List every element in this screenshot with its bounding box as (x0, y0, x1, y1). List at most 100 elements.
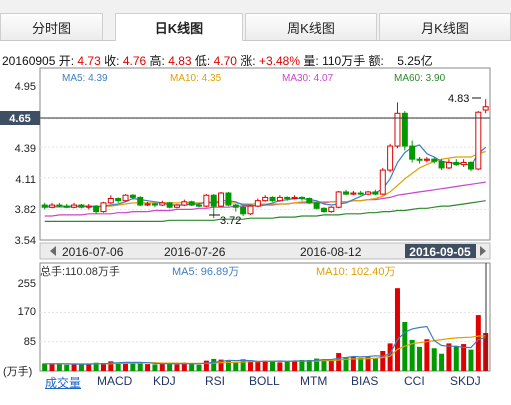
candle-body (453, 161, 460, 166)
candle-body (445, 161, 452, 169)
volume-panel-frame (39, 262, 491, 372)
indicator-volume[interactable]: 成交量 (45, 374, 81, 391)
candle-body (63, 205, 70, 208)
candle-body (254, 200, 261, 207)
volume-bar (240, 359, 246, 371)
candle-body (475, 111, 482, 170)
volume-bar (56, 363, 62, 371)
date-tick: 2016-08-12 (300, 245, 362, 259)
candle-body (71, 204, 78, 208)
candle-body (129, 194, 136, 198)
ma30-legend: MA30: 4.07 (282, 73, 334, 84)
candle-body (151, 203, 158, 206)
price-tick: 3.82 (15, 204, 36, 216)
candle-body (416, 158, 423, 161)
candle-body (320, 207, 327, 213)
volume-bar (49, 364, 55, 371)
volume-bar (277, 362, 283, 371)
candle-body (144, 203, 151, 206)
candle-body (313, 202, 320, 209)
candle-body (196, 204, 203, 207)
price-tick: 4.11 (15, 174, 36, 186)
volume-bar (417, 346, 423, 371)
volume-bar (137, 362, 143, 371)
volume-bar (262, 360, 268, 371)
candle-body (49, 204, 56, 208)
candle-body (137, 196, 144, 206)
indicator-skdj[interactable]: SKDJ (450, 374, 481, 388)
indicator-boll[interactable]: BOLL (249, 374, 280, 388)
candle-body (269, 196, 276, 202)
candle-body (372, 191, 379, 195)
volume-bar (152, 364, 158, 371)
candle-body (438, 160, 445, 169)
volume-bar (247, 361, 253, 371)
candle-body (232, 204, 239, 208)
candle-body (247, 205, 254, 215)
candle-body (291, 196, 298, 199)
candle-body (431, 158, 438, 162)
volume-bar (380, 350, 386, 371)
volume-bar (453, 346, 459, 371)
volume-bar (203, 360, 209, 371)
candle-body (122, 194, 129, 202)
date-tick: 2016-07-26 (164, 245, 226, 259)
candle-body (85, 205, 92, 208)
candle-body (284, 196, 291, 199)
volume-bar (167, 363, 173, 371)
price-tick: 4.39 (15, 143, 36, 155)
candle-body (218, 192, 225, 207)
volume-bar (255, 362, 261, 371)
candle-body (335, 191, 342, 208)
candle-body (203, 194, 210, 207)
candle-body (460, 161, 467, 166)
ma10-legend: MA10: 4.35 (170, 73, 222, 84)
candle-body (276, 196, 283, 202)
volume-bar (292, 360, 298, 371)
volume-bar (284, 361, 290, 371)
volume-bar (336, 353, 342, 371)
candle-body (166, 202, 173, 208)
volume-bar (461, 344, 467, 371)
volume-bar (189, 364, 195, 371)
date-tick: 2016-07-06 (62, 245, 124, 259)
indicator-bias[interactable]: BIAS (351, 374, 378, 388)
indicator-mtm[interactable]: MTM (300, 374, 327, 388)
volume-bar (394, 288, 400, 371)
candle-body (343, 191, 350, 195)
candle-body (482, 106, 489, 111)
volume-bar (42, 363, 48, 371)
volume-unit-label: (万手) (3, 364, 32, 378)
current-date-label: 2016-09-05 (409, 245, 471, 259)
candle-body (159, 202, 166, 206)
volume-tick: 255 (18, 278, 36, 290)
indicator-macd[interactable]: MACD (97, 374, 132, 388)
indicator-kdj[interactable]: KDJ (153, 374, 176, 388)
indicator-bar: 成交量 MACD KDJ RSI BOLL MTM BIAS CCI SKDJ (40, 374, 491, 392)
volume-bar (130, 363, 136, 371)
candle-body (41, 204, 48, 208)
volume-bar (71, 364, 77, 371)
volume-bar (64, 364, 70, 371)
candle-body (181, 201, 188, 206)
min-price-label: 3.72 (220, 215, 241, 227)
indicator-cci[interactable]: CCI (404, 374, 425, 388)
candle-body (357, 192, 364, 195)
candle-body (262, 196, 269, 202)
candle-body (328, 206, 335, 213)
candle-body (173, 204, 180, 208)
volume-bar (78, 364, 84, 371)
candle-body (350, 192, 357, 195)
candle-body (56, 204, 63, 207)
candle-body (210, 194, 217, 207)
volume-bar (196, 364, 202, 371)
volume-bar (439, 353, 445, 371)
candle-body (306, 197, 313, 204)
volume-bar (145, 364, 151, 371)
volume-ma10-label: MA10: 102.40万 (316, 266, 396, 278)
volume-bar (159, 363, 165, 371)
indicator-rsi[interactable]: RSI (205, 374, 225, 388)
ma60-legend: MA60: 3.90 (394, 73, 446, 84)
candle-body (365, 191, 372, 195)
current-price-label: 4.65 (9, 113, 30, 125)
